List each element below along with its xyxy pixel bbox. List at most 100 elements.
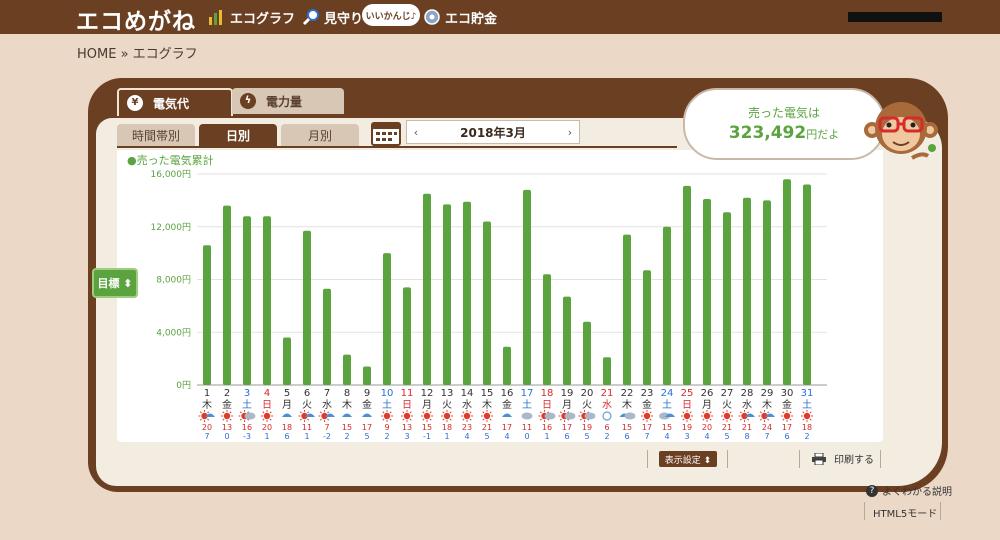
subtab-daily[interactable]: 日別: [199, 124, 277, 146]
temp-low-label: 5: [724, 432, 729, 441]
subtab-monthly[interactable]: 月別: [281, 124, 359, 146]
nav-eco-graph[interactable]: エコグラフ: [208, 7, 295, 27]
breadcrumb[interactable]: HOME » エコグラフ: [77, 43, 198, 62]
x-tick-day: 1: [204, 388, 210, 399]
prev-month-button[interactable]: ‹: [407, 126, 425, 139]
chart-title: ●売った電気累計: [127, 153, 214, 167]
bar: [483, 221, 491, 385]
nav-watch[interactable]: 見守り: [302, 7, 363, 27]
calendar-icon[interactable]: [371, 120, 401, 146]
sun-icon: [223, 412, 231, 420]
nav-eco-savings[interactable]: エコ貯金: [423, 7, 497, 27]
tab-power-amount[interactable]: ϟ 電力量: [232, 88, 344, 114]
x-tick-day: 31: [801, 388, 814, 399]
temp-high-label: 11: [302, 423, 312, 432]
x-tick-weekday: 月: [562, 399, 572, 411]
subtab-hourly[interactable]: 時間帯別: [117, 124, 195, 146]
temp-low-label: 1: [264, 432, 269, 441]
x-tick-day: 14: [461, 388, 474, 399]
help-link[interactable]: ? よくわかる説明: [866, 483, 952, 498]
sun-ray: [782, 411, 785, 414]
sun-ray: [262, 418, 265, 421]
temp-low-label: 6: [624, 432, 629, 441]
bar: [443, 204, 451, 385]
temp-low-label: 1: [304, 432, 309, 441]
sun-ray: [759, 418, 762, 421]
sun-ray: [702, 411, 705, 414]
x-tick-weekday: 土: [382, 398, 392, 411]
sun-ray: [649, 411, 652, 414]
sun-ray: [422, 411, 425, 414]
account-name-redacted[interactable]: [848, 12, 942, 22]
temp-low-label: -3: [243, 432, 251, 441]
nav-eco-graph-label: エコグラフ: [230, 11, 296, 27]
next-month-button[interactable]: ›: [561, 126, 579, 139]
cloud-icon: [584, 412, 596, 420]
sun-ray: [442, 418, 445, 421]
print-button[interactable]: 印刷する: [812, 451, 874, 466]
temp-high-label: 17: [782, 423, 792, 432]
temp-low-label: 5: [484, 432, 489, 441]
temp-low-label: 2: [804, 432, 809, 441]
bar: [243, 216, 251, 385]
cloud-icon: [244, 412, 256, 420]
x-tick-day: 24: [661, 388, 674, 399]
x-tick-weekday: 金: [502, 398, 512, 411]
sun-ray: [709, 418, 712, 421]
sold-label: 売った電気は: [747, 106, 820, 120]
subtab-underline: [117, 146, 677, 148]
x-tick-day: 8: [344, 388, 350, 399]
sun-ray: [559, 418, 562, 421]
temp-high-label: 18: [802, 423, 812, 432]
html5-mode-link[interactable]: HTML5モード: [873, 505, 937, 520]
x-tick-weekday: 木: [202, 399, 212, 411]
sun-ray: [262, 411, 265, 414]
sun-ray: [207, 418, 210, 421]
x-tick-weekday: 土: [242, 398, 252, 411]
x-tick-day: 23: [641, 388, 654, 399]
footer-separator: [799, 450, 800, 468]
sun-ray: [579, 411, 582, 414]
sun-ray: [642, 411, 645, 414]
temp-high-label: 18: [282, 423, 292, 432]
sun-ray: [729, 411, 732, 414]
temp-low-label: 2: [344, 432, 349, 441]
tab-electricity-cost[interactable]: ¥ 電気代: [117, 88, 233, 116]
temp-low-label: 2: [604, 432, 609, 441]
temp-low-label: 2: [384, 432, 389, 441]
sun-ray: [469, 418, 472, 421]
x-tick-day: 12: [421, 388, 434, 399]
bar: [423, 193, 431, 385]
app-logo[interactable]: エコめがね: [76, 2, 196, 36]
sun-ray: [722, 411, 725, 414]
sun-ray: [229, 411, 232, 414]
printer-icon: [812, 452, 826, 465]
x-tick-day: 30: [781, 388, 794, 399]
sun-ray: [747, 411, 750, 414]
sun-ray: [327, 418, 330, 421]
display-settings-dropdown[interactable]: 表示設定 ⬍: [659, 451, 717, 467]
bar: [703, 199, 711, 385]
sun-ray: [682, 418, 685, 421]
y-tick-label: 16,000円: [151, 169, 192, 180]
bar: [683, 185, 691, 385]
x-tick-day: 13: [441, 388, 454, 399]
x-tick-weekday: 月: [702, 399, 712, 411]
bar: [803, 184, 811, 385]
sun-ray: [789, 418, 792, 421]
x-tick-day: 19: [561, 388, 574, 399]
month-selector: ‹ 2018年3月 ›: [406, 120, 580, 144]
x-tick-day: 26: [701, 388, 714, 399]
sun-icon: [683, 412, 691, 420]
temp-low-label: 7: [644, 432, 649, 441]
y-tick-label: 0円: [176, 380, 191, 391]
sun-ray: [269, 411, 272, 414]
temp-low-label: 3: [404, 432, 409, 441]
bar: [763, 200, 771, 385]
x-tick-weekday: 金: [222, 398, 232, 411]
sun-icon: [403, 412, 411, 420]
x-tick-day: 6: [304, 388, 310, 399]
sun-ray: [767, 418, 770, 421]
x-tick-day: 29: [761, 388, 774, 399]
goal-dropdown[interactable]: 目標 ⬍: [92, 268, 138, 298]
